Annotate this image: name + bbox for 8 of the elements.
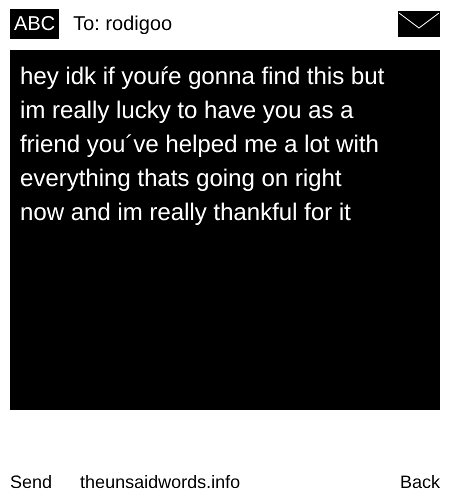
envelope-icon <box>398 11 440 37</box>
message-text: hey idk if youŕe gonna find this but im really lucky to have you as a friend you´ve helped me a lot with everything thats going on right now and im really thankful for it <box>20 62 386 228</box>
recipient: To: rodigoo <box>73 12 172 37</box>
send-softkey[interactable]: Send <box>10 468 52 496</box>
site-address: theunsaidwords.info <box>80 470 240 494</box>
message-area[interactable]: hey idk if youŕe gonna find this but im really lucky to have you as a friend you´ve helped me a lot with everything thats going on right now and im really thankful for it <box>10 50 440 410</box>
back-softkey[interactable]: Back <box>400 468 440 496</box>
input-mode-badge: ABC <box>10 9 60 39</box>
